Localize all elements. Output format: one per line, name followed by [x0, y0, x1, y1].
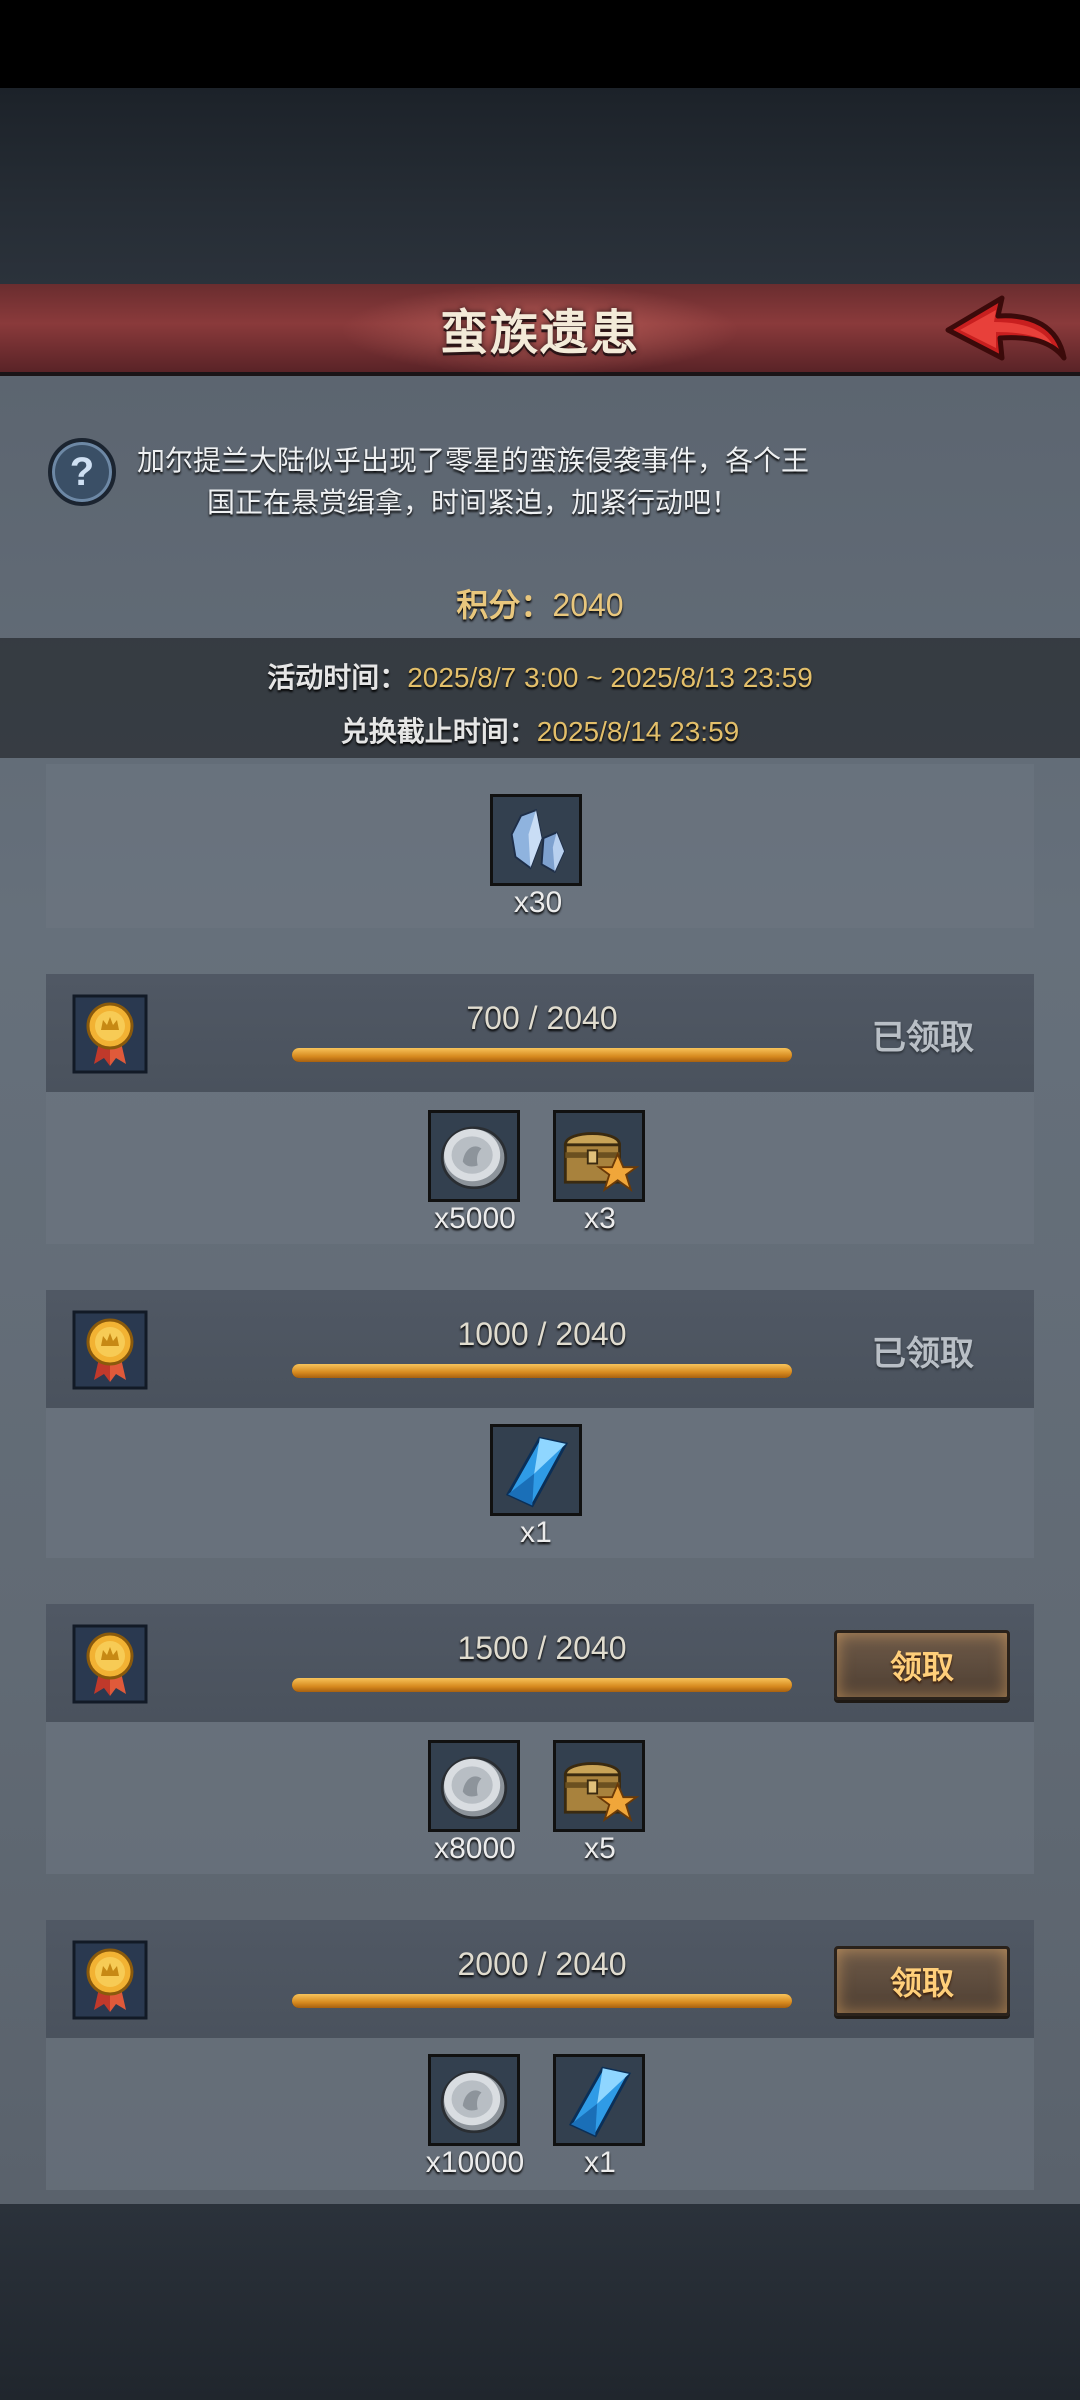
- progress-bar: [292, 1048, 792, 1062]
- medal-icon: [72, 994, 148, 1074]
- claim-button[interactable]: 领取: [834, 1630, 1010, 1700]
- score-display: 积分：2040: [0, 580, 1080, 626]
- progress-text: 2000 / 2040: [457, 1946, 627, 1982]
- top-reward-item[interactable]: [490, 794, 582, 886]
- score-label: 积分：: [456, 587, 553, 623]
- score-value: 2040: [552, 587, 624, 623]
- page-title: 蛮族遗患: [439, 307, 640, 360]
- reward-qty: x1: [584, 2146, 616, 2179]
- progress-text: 1000 / 2040: [457, 1316, 627, 1352]
- progress-fill: [292, 1048, 792, 1062]
- silver-coin-icon: [431, 1743, 517, 1829]
- reward-item[interactable]: [428, 1740, 520, 1832]
- time-info-bar: 活动时间：2025/8/7 3:00 ~ 2025/8/13 23:59 兑换截…: [0, 638, 1080, 758]
- medal-icon: [72, 1940, 148, 2020]
- tier-header: 1500 / 2040 领取: [46, 1604, 1034, 1722]
- progress-fill: [292, 1994, 792, 2008]
- tier-header: 700 / 2040 已领取: [46, 974, 1034, 1092]
- activity-time-label: 活动时间：: [267, 662, 408, 693]
- progress-text: 1500 / 2040: [457, 1630, 627, 1666]
- reward-item[interactable]: [428, 2054, 520, 2146]
- top-reward-qty: x30: [513, 886, 563, 919]
- status-bar: [0, 0, 1080, 88]
- title-bar: 蛮族遗患: [0, 284, 1080, 376]
- app-root: 蛮族遗患 ? 加尔提兰大陆似乎出现了零星的蛮族侵袭事件，各个王国正在悬赏缉拿，时…: [0, 0, 1080, 2400]
- medal-icon: [72, 1624, 148, 1704]
- blue-crystal-icon: [493, 1427, 579, 1513]
- tier-header: 2000 / 2040 领取: [46, 1920, 1034, 2038]
- silver-coin-icon: [431, 2057, 517, 2143]
- activity-time: 活动时间：2025/8/7 3:00 ~ 2025/8/13 23:59: [0, 656, 1080, 696]
- medal-icon: [72, 1310, 148, 1390]
- reward-qty: x3: [584, 1202, 616, 1235]
- treasure-chest-icon: [556, 1113, 642, 1199]
- exchange-deadline-value: 2025/8/14 23:59: [536, 716, 740, 747]
- exchange-deadline-label: 兑换截止时间：: [340, 716, 537, 747]
- reward-qty: x1: [520, 1516, 552, 1549]
- reward-item[interactable]: [428, 1110, 520, 1202]
- reward-qty: x10000: [425, 2146, 525, 2179]
- event-description: 加尔提兰大陆似乎出现了零星的蛮族侵袭事件，各个王国正在悬赏缉拿，时间紧迫，加紧行…: [136, 445, 809, 518]
- claimed-status: 已领取: [872, 1335, 974, 1373]
- claimed-status: 已领取: [872, 1019, 974, 1057]
- reward-qty: x5000: [434, 1202, 516, 1235]
- bottom-backdrop: [0, 2204, 1080, 2400]
- crystal-cluster-icon: [493, 797, 579, 883]
- reward-item[interactable]: [553, 1110, 645, 1202]
- progress-bar: [292, 1994, 792, 2008]
- progress-bar: [292, 1364, 792, 1378]
- reward-qty: x8000: [434, 1832, 516, 1865]
- progress-fill: [292, 1678, 792, 1692]
- blue-crystal-icon: [556, 2057, 642, 2143]
- back-button[interactable]: [940, 292, 1070, 372]
- silver-coin-icon: [431, 1113, 517, 1199]
- top-backdrop: [0, 88, 1080, 284]
- progress-fill: [292, 1364, 792, 1378]
- progress-text: 700 / 2040: [466, 1000, 618, 1036]
- progress-bar: [292, 1678, 792, 1692]
- reward-item[interactable]: [553, 2054, 645, 2146]
- back-arrow-icon: [945, 295, 1067, 361]
- reward-qty: x5: [584, 1832, 616, 1865]
- tier-header: 1000 / 2040 已领取: [46, 1290, 1034, 1408]
- exchange-deadline: 兑换截止时间：2025/8/14 23:59: [0, 710, 1080, 750]
- reward-item[interactable]: [553, 1740, 645, 1832]
- claim-button[interactable]: 领取: [834, 1946, 1010, 2016]
- treasure-chest-icon: [556, 1743, 642, 1829]
- activity-time-value: 2025/8/7 3:00 ~ 2025/8/13 23:59: [407, 662, 813, 693]
- reward-item[interactable]: [490, 1424, 582, 1516]
- question-icon[interactable]: ?: [48, 438, 116, 506]
